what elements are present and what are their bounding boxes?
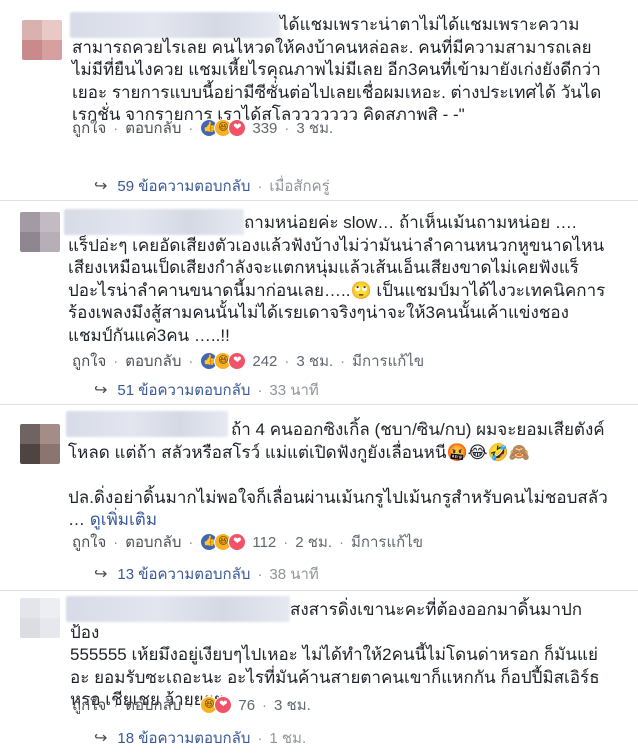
like-button[interactable]: ถูกใจ	[72, 530, 106, 554]
reply-arrow-icon: ↪	[94, 382, 108, 399]
edited-label[interactable]: มีการแก้ไข	[352, 349, 424, 373]
avatar[interactable]	[20, 424, 60, 464]
comment-actions: ถูกใจ · ตอบกลับ · 😆 ❤ 76 · 3 ชม.	[72, 694, 311, 716]
reply-arrow-icon: ↪	[94, 178, 108, 195]
replies-time: เมื่อสักครู่	[269, 178, 330, 195]
replies-link[interactable]: ↪ 51 ข้อความตอบกลับ · 33 นาที	[94, 378, 319, 402]
replies-count[interactable]: 18 ข้อความตอบกลับ	[117, 726, 250, 750]
like-button[interactable]: ถูกใจ	[72, 349, 106, 373]
reaction-count[interactable]: 76	[238, 697, 255, 714]
comment-actions: ถูกใจ · ตอบกลับ · 👍 😆 ❤ 339 · 3 ชม.	[72, 117, 333, 139]
replies-link[interactable]: ↪ 18 ข้อความตอบกลับ · 1 ชม.	[94, 726, 306, 750]
see-more-link[interactable]: ดูเพิ่มเติม	[90, 510, 157, 529]
reply-button[interactable]: ตอบกลับ	[125, 530, 181, 554]
timestamp[interactable]: 2 ชม.	[295, 530, 332, 554]
timestamp[interactable]: 3 ชม.	[274, 693, 311, 717]
comment-text: ได้แชมเพราะน่าตาไม่ได้แชมเพราะความ สามาร…	[72, 15, 602, 125]
reaction-count[interactable]: 339	[252, 120, 277, 137]
comment-text: ถ้า 4 คนออกซิงเกิ้ล (ชบา/ซิน/กบ) ผมจะยอม…	[68, 420, 608, 530]
love-icon: ❤	[214, 696, 233, 714]
reply-button[interactable]: ตอบกลับ	[125, 349, 181, 373]
replies-count[interactable]: 51 ข้อความตอบกลับ	[117, 378, 250, 402]
like-button[interactable]: ถูกใจ	[72, 693, 106, 717]
reactions[interactable]: 👍 😆 ❤	[200, 352, 247, 370]
reaction-count[interactable]: 112	[252, 534, 276, 551]
comment-actions: ถูกใจ · ตอบกลับ · 👍 😆 ❤ 242 · 3 ชม. · มี…	[72, 350, 424, 372]
love-icon: ❤	[228, 533, 247, 551]
comment-text: ถามหน่อยค่ะ slow… ถ้าเห็นเม้นถามหน่อย ….…	[68, 213, 606, 345]
love-icon: ❤	[228, 352, 247, 370]
divider	[0, 404, 638, 405]
reply-arrow-icon: ↪	[94, 730, 108, 747]
like-button[interactable]: ถูกใจ	[72, 116, 106, 140]
reply-button[interactable]: ตอบกลับ	[125, 116, 181, 140]
reactions[interactable]: 😆 ❤	[200, 696, 233, 714]
reactions[interactable]: 👍 😆 ❤	[200, 119, 247, 137]
comment-thread: ได้แชมเพราะน่าตาไม่ได้แชมเพราะความ สามาร…	[0, 0, 638, 754]
avatar[interactable]	[20, 212, 60, 252]
divider	[0, 200, 638, 201]
replies-time: 1 ชม.	[269, 730, 307, 747]
replies-link[interactable]: ↪ 59 ข้อความตอบกลับ · เมื่อสักครู่	[94, 174, 330, 198]
comment-actions: ถูกใจ · ตอบกลับ · 👍 😆 ❤ 112 · 2 ชม. · มี…	[72, 531, 423, 553]
reply-button[interactable]: ตอบกลับ	[125, 693, 181, 717]
replies-time: 33 นาที	[269, 382, 319, 399]
replies-time: 38 นาที	[269, 566, 319, 583]
reaction-count[interactable]: 242	[252, 353, 277, 370]
avatar[interactable]	[22, 20, 62, 60]
love-icon: ❤	[228, 119, 247, 137]
replies-count[interactable]: 13 ข้อความตอบกลับ	[117, 562, 250, 586]
edited-label[interactable]: มีการแก้ไข	[351, 530, 423, 554]
replies-count[interactable]: 59 ข้อความตอบกลับ	[117, 174, 250, 198]
timestamp[interactable]: 3 ชม.	[296, 116, 333, 140]
reply-arrow-icon: ↪	[94, 566, 108, 583]
timestamp[interactable]: 3 ชม.	[296, 349, 333, 373]
replies-link[interactable]: ↪ 13 ข้อความตอบกลับ · 38 นาที	[94, 562, 319, 586]
avatar[interactable]	[20, 598, 60, 638]
divider	[0, 590, 638, 591]
reactions[interactable]: 👍 😆 ❤	[200, 533, 247, 551]
